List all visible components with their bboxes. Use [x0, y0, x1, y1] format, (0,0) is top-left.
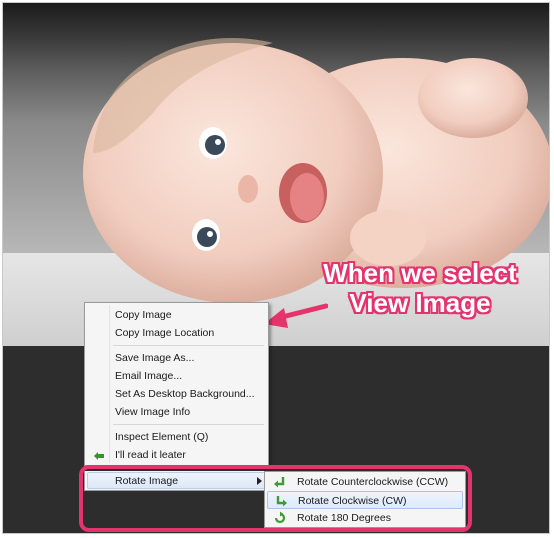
- menu-item-label: Inspect Element (Q): [115, 431, 209, 443]
- menu-item-label: I'll read it leater: [115, 449, 186, 461]
- annotation-arrow-icon: [264, 303, 328, 328]
- pocket-icon: [94, 452, 104, 460]
- menu-item-label: Set As Desktop Background...: [115, 388, 255, 400]
- menu-item-view-image-info[interactable]: View Image Info: [87, 403, 266, 421]
- menu-item-email-image[interactable]: Email Image...: [87, 367, 266, 385]
- annotation-callout: When we select View Image: [322, 258, 518, 318]
- menu-separator: [113, 424, 264, 425]
- menu-item-label: Email Image...: [115, 370, 183, 382]
- menu-item-label: Copy Image: [115, 309, 172, 321]
- annotation-line-2: View Image: [349, 288, 491, 318]
- annotation-line-1: When we select: [323, 258, 517, 288]
- menu-item-copy-image-location[interactable]: Copy Image Location: [87, 324, 266, 342]
- menu-item-set-desktop-background[interactable]: Set As Desktop Background...: [87, 385, 266, 403]
- menu-item-save-image-as[interactable]: Save Image As...: [87, 349, 266, 367]
- menu-separator: [113, 345, 264, 346]
- menu-item-copy-image[interactable]: Copy Image: [87, 306, 266, 324]
- menu-item-label: View Image Info: [115, 406, 191, 418]
- context-menu: Copy Image Copy Image Location Save Imag…: [84, 302, 269, 466]
- menu-item-label: Copy Image Location: [115, 327, 215, 339]
- menu-item-inspect-element[interactable]: Inspect Element (Q): [87, 428, 266, 446]
- menu-item-read-it-later[interactable]: I'll read it leater: [87, 446, 266, 464]
- menu-item-label: Save Image As...: [115, 352, 195, 364]
- annotation-highlight-box: [79, 465, 472, 532]
